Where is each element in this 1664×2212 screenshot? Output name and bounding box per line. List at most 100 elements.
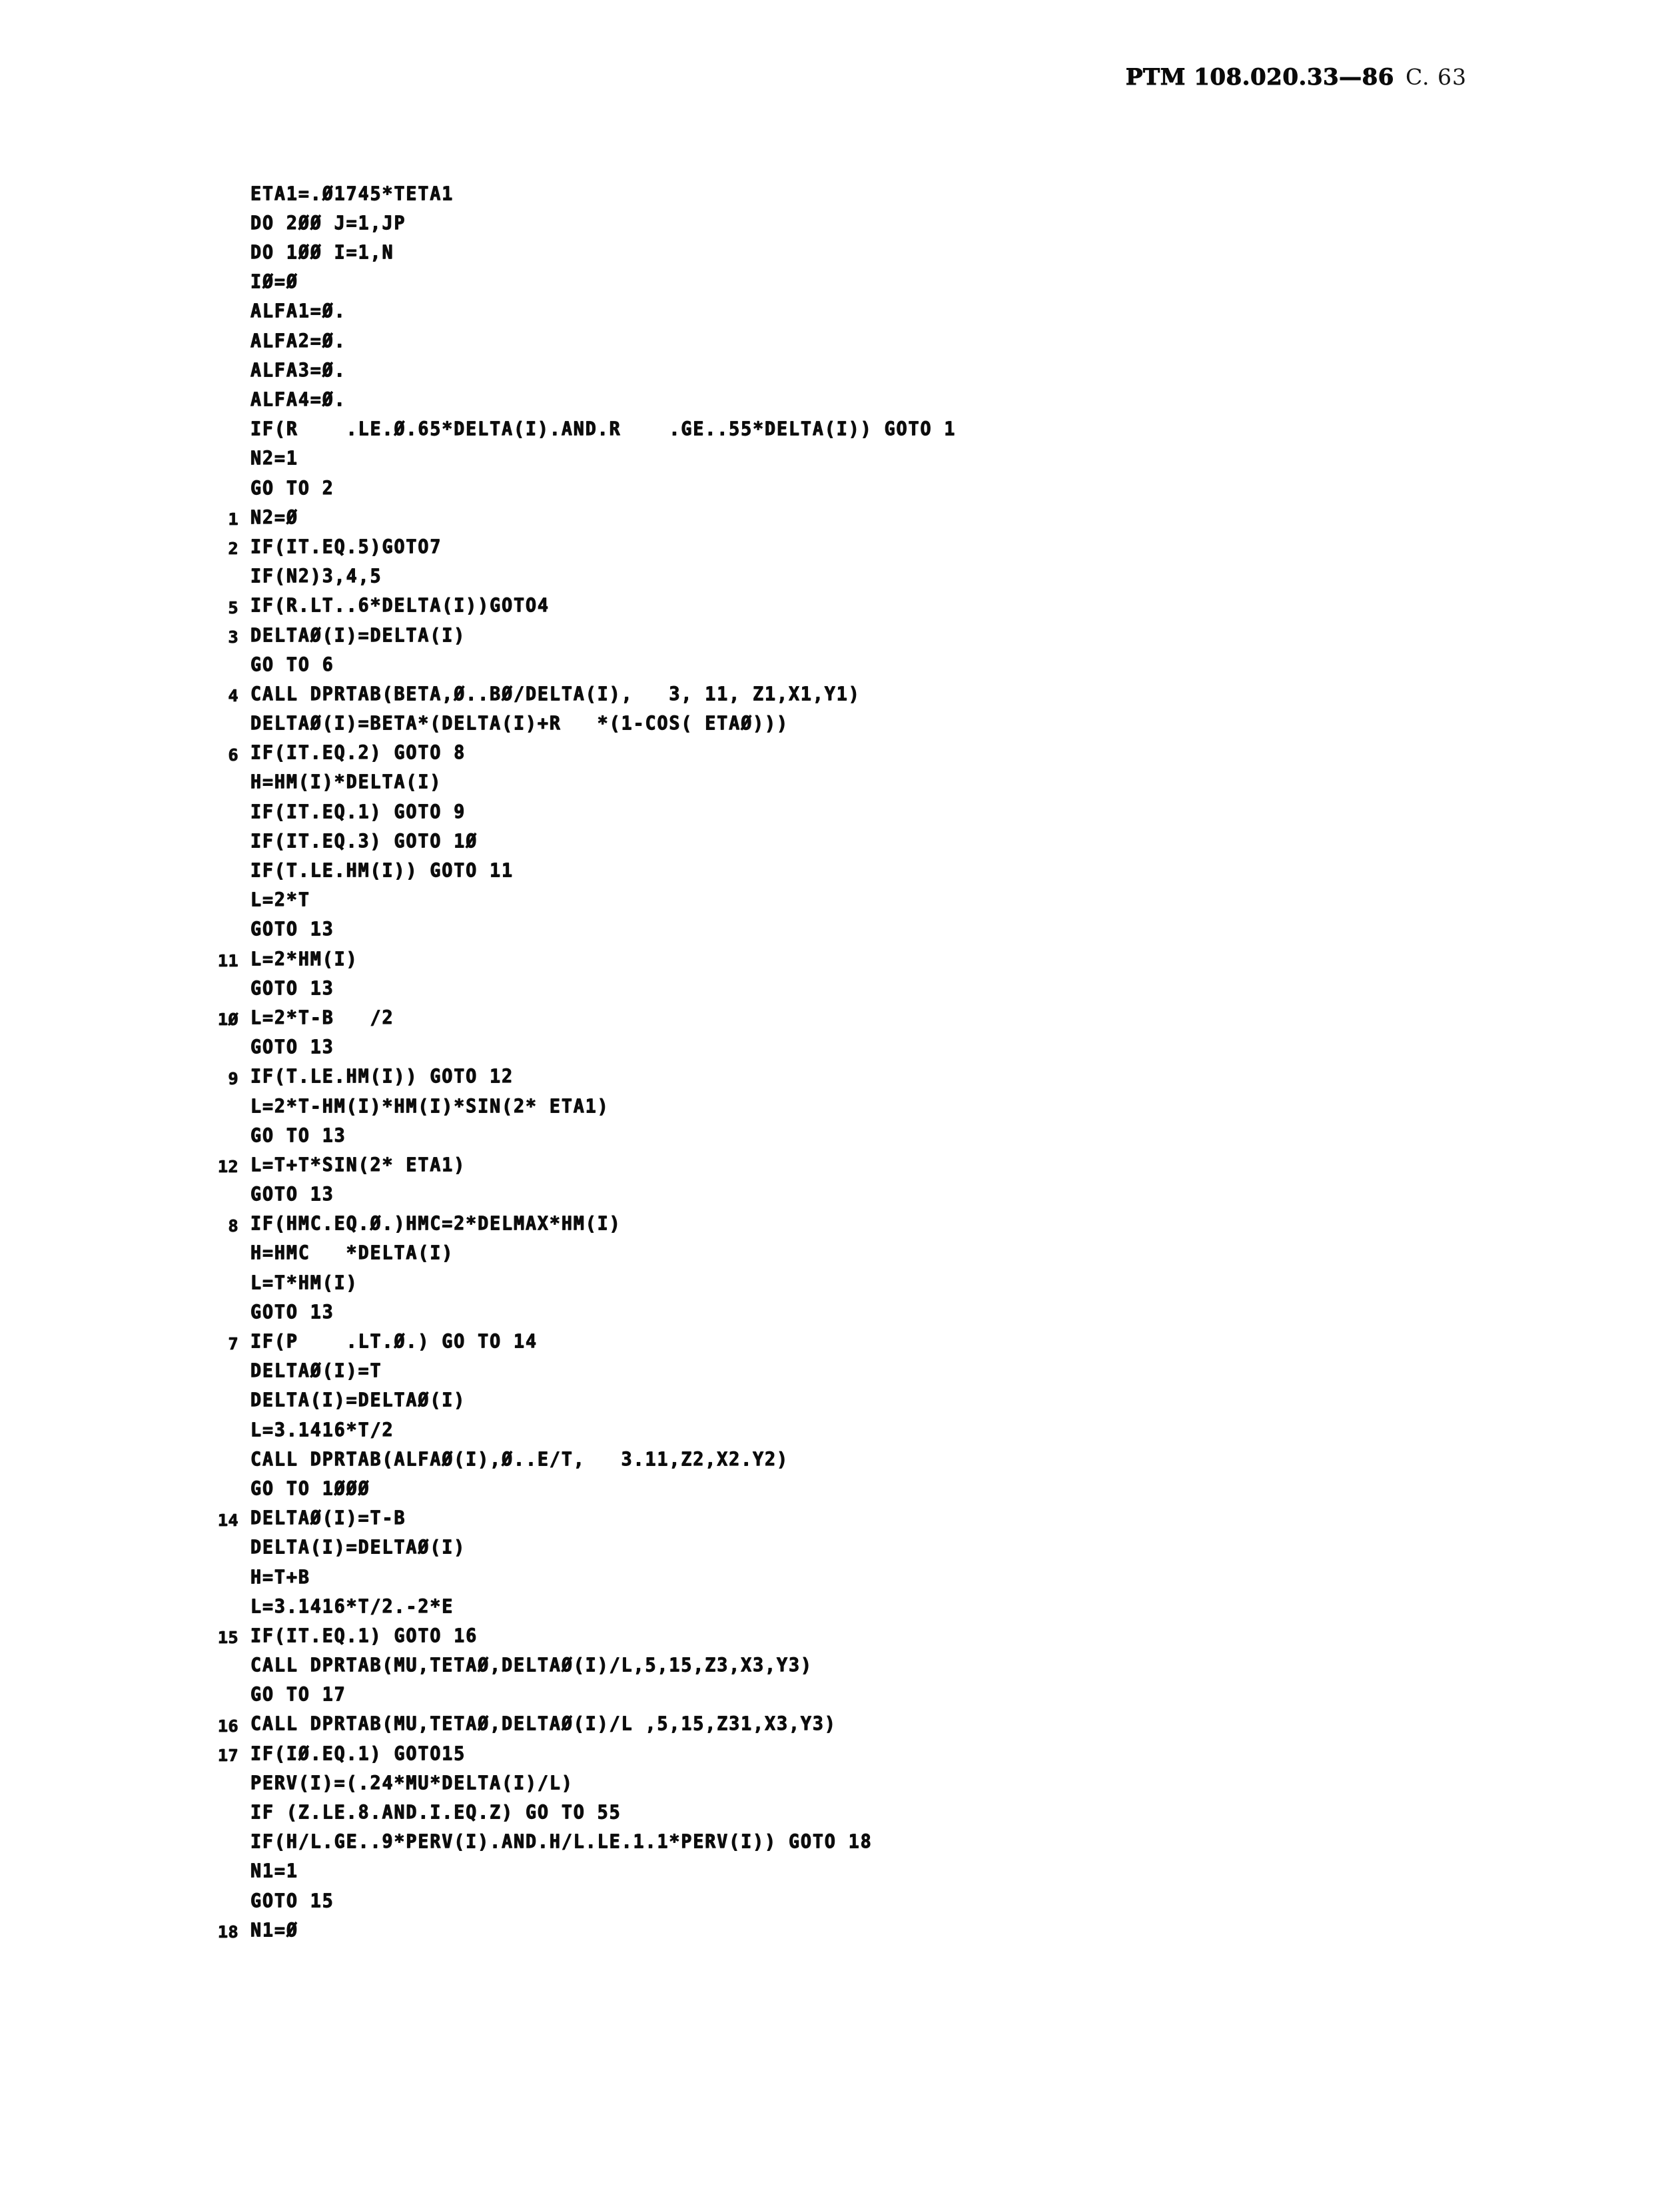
code-line: 14 DELTAØ(I)=T-B [192,1499,1524,1530]
code-line: 18 N1=Ø [192,1911,1524,1940]
statement-text: IF(HMC.EQ.Ø.)HMC=2*DELMAX*HM(I) [250,1213,622,1236]
running-header: PTM 108.020.33—86 C. 63 [1125,64,1467,91]
code-line: 5 IF(R.LT..6*DELTA(I))GOTO4 [192,587,1524,616]
code-line: 6 IF(IT.EQ.2) GOTO 8 [192,734,1524,763]
statement-text: ALFA3=Ø. [250,360,346,382]
code-line: GO TO 17 [192,1676,1524,1705]
code-line: 9 IF(T.LE.HM(I)) GOTO 12 [192,1058,1524,1087]
code-line: H=HMC *DELTA(I) [192,1234,1524,1264]
code-line: 3 DELTAØ(I)=DELTA(I) [192,616,1524,645]
statement-text: L=3.1416*T/2.-2*E [250,1595,454,1618]
code-line: DO 1ØØ I=1,N [192,233,1524,262]
code-line: DELTAØ(I)=T [192,1352,1524,1381]
statement-text: GO TO 2 [250,477,334,500]
statement-text: GOTO 15 [250,1890,334,1912]
code-line: 15 IF(IT.EQ.1) GOTO 16 [192,1617,1524,1646]
statement-text: IF (Z.LE.8.AND.I.EQ.Z) GO TO 55 [250,1802,622,1824]
statement-label: 18 [217,1922,238,1942]
statement-label: 8 [228,1216,238,1236]
statement-text: IF(R .LE.Ø.65*DELTA(I).AND.R .GE..55*DEL… [250,418,957,441]
code-line: GOTO 13 [192,969,1524,998]
statement-text: ALFA4=Ø. [250,389,346,412]
code-line: IF(T.LE.HM(I)) GOTO 11 [192,851,1524,881]
code-line: L=2*T [192,881,1524,911]
statement-text: L=3.1416*T/2 [250,1419,394,1441]
statement-label: 9 [228,1068,238,1088]
code-line: 17 IF(IØ.EQ.1) GOTO15 [192,1734,1524,1764]
statement-text: L=2*T [250,889,310,912]
statement-text: GOTO 13 [250,1301,334,1323]
statement-text: N2=1 [250,448,298,470]
statement-text: CALL DPRTAB(ALFAØ(I),Ø..E/T, 3.11,Z2,X2.… [250,1448,789,1471]
code-line: L=3.1416*T/2 [192,1411,1524,1440]
statement-text: IF(IT.EQ.1) GOTO 9 [250,801,466,823]
code-line: CALL DPRTAB(ALFAØ(I),Ø..E/T, 3.11,Z2,X2.… [192,1440,1524,1469]
fortran-code-listing: ETA1=.Ø1745*TETA1 DO 2ØØ J=1,JP DO 1ØØ I=1… [192,175,1524,1940]
statement-label: 16 [217,1716,238,1736]
statement-label: 14 [217,1510,238,1530]
code-line: GO TO 1ØØØ [192,1469,1524,1499]
code-line: ALFA3=Ø. [192,351,1524,380]
statement-text: DELTAØ(I)=T [250,1360,382,1383]
code-line: 1Ø L=2*T-B /2 [192,998,1524,1028]
code-line: GOTO 13 [192,911,1524,940]
statement-text: ALFA1=Ø. [250,300,346,323]
statement-text: L=2*HM(I) [250,948,358,970]
statement-text: N2=Ø [250,506,298,529]
code-line: DELTA(I)=DELTAØ(I) [192,1381,1524,1411]
document-page: PTM 108.020.33—86 C. 63 ETA1=.Ø1745*TETA… [0,0,1664,2212]
statement-text: H=HM(I)*DELTA(I) [250,771,442,794]
code-line: GOTO 15 [192,1882,1524,1911]
code-line: GOTO 13 [192,1175,1524,1204]
statement-text: GO TO 17 [250,1684,346,1706]
statement-text: IF(R.LT..6*DELTA(I))GOTO4 [250,595,550,617]
code-line: GOTO 13 [192,1028,1524,1057]
statement-text: IF(P .LT.Ø.) GO TO 14 [250,1331,538,1353]
statement-text: GO TO 13 [250,1124,346,1147]
code-line: ETA1=.Ø1745*TETA1 [192,175,1524,204]
page-marker: C. 63 [1405,64,1467,90]
statement-text: IF(H/L.GE..9*PERV(I).AND.H/L.LE.1.1*PERV… [250,1831,873,1854]
statement-text: PERV(I)=(.24*MU*DELTA(I)/L) [250,1772,574,1794]
statement-label: 1Ø [217,1010,238,1030]
statement-text: GOTO 13 [250,1184,334,1206]
statement-label: 6 [228,745,238,765]
code-line: PERV(I)=(.24*MU*DELTA(I)/L) [192,1764,1524,1793]
statement-text: ALFA2=Ø. [250,330,346,352]
code-line: 7 IF(P .LT.Ø.) GO TO 14 [192,1322,1524,1351]
statement-text: ETA1=.Ø1745*TETA1 [250,183,454,205]
statement-text: CALL DPRTAB(MU,TETAØ,DELTAØ(I)/L ,5,15,Z… [250,1713,837,1736]
statement-text: L=T+T*SIN(2* ETA1) [250,1154,466,1176]
statement-text: L=T*HM(I) [250,1272,358,1294]
statement-text: IF(N2)3,4,5 [250,565,382,588]
code-line: 12 L=T+T*SIN(2* ETA1) [192,1146,1524,1175]
statement-label: 17 [217,1746,238,1766]
code-line: GO TO 13 [192,1116,1524,1146]
code-line: DO 2ØØ J=1,JP [192,204,1524,233]
code-line: 1 N2=Ø [192,498,1524,528]
statement-text: L=2*T-B /2 [250,1007,394,1030]
code-line: 4 CALL DPRTAB(BETA,Ø..BØ/DELTA(I), 3, 11,… [192,675,1524,704]
statement-text: H=T+B [250,1566,310,1589]
code-line: 8 IF(HMC.EQ.Ø.)HMC=2*DELMAX*HM(I) [192,1205,1524,1234]
statement-label: 3 [228,627,238,647]
code-line: IF(H/L.GE..9*PERV(I).AND.H/L.LE.1.1*PERV… [192,1823,1524,1852]
statement-text: GOTO 13 [250,919,334,941]
statement-text: GO TO 1ØØØ [250,1478,370,1501]
statement-label: 1 [228,510,238,530]
code-line: IF(N2)3,4,5 [192,557,1524,586]
code-line: L=3.1416*T/2.-2*E [192,1587,1524,1617]
statement-label: 4 [228,686,238,706]
statement-text: DELTA(I)=DELTAØ(I) [250,1537,466,1559]
code-line: ALFA2=Ø. [192,322,1524,351]
statement-text: IF(IT.EQ.5)GOTO7 [250,536,442,559]
code-line: IF(IT.EQ.3) GOTO 1Ø [192,822,1524,851]
statement-text: DELTAØ(I)=T-B [250,1507,406,1530]
code-line: ALFA1=Ø. [192,292,1524,322]
code-line: L=T*HM(I) [192,1264,1524,1293]
code-line: N2=1 [192,440,1524,469]
statement-label: 11 [217,951,238,971]
statement-text: CALL DPRTAB(MU,TETAØ,DELTAØ(I)/L,5,15,Z3… [250,1655,813,1677]
statement-text: N1=1 [250,1860,298,1883]
statement-label: 12 [217,1157,238,1177]
